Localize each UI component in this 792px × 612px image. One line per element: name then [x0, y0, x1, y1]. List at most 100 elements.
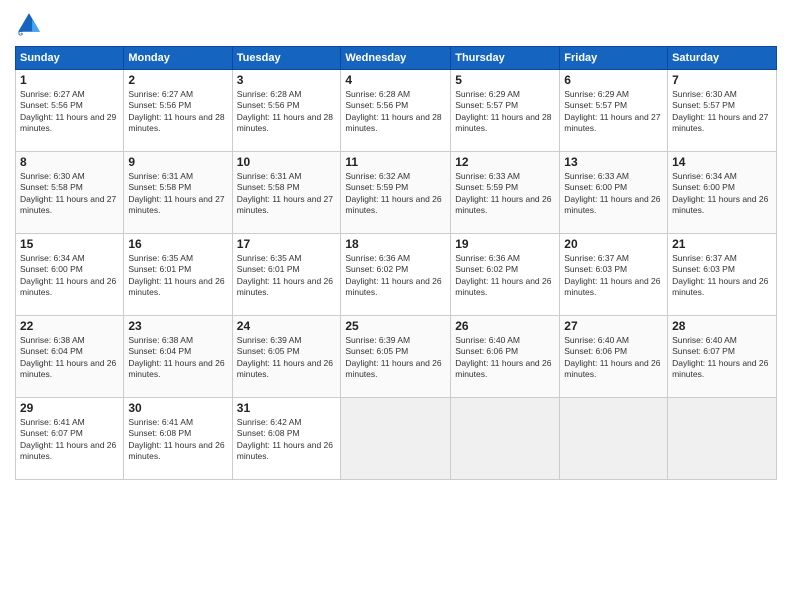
day-info: Sunrise: 6:28 AMSunset: 5:56 PMDaylight:…	[345, 89, 446, 135]
day-number: 14	[672, 155, 772, 169]
day-info: Sunrise: 6:27 AMSunset: 5:56 PMDaylight:…	[128, 89, 227, 135]
calendar-cell: 24 Sunrise: 6:39 AMSunset: 6:05 PMDayligh…	[232, 316, 341, 398]
day-info: Sunrise: 6:34 AMSunset: 6:00 PMDaylight:…	[20, 253, 119, 299]
calendar-cell: 8Sunrise: 6:30 AMSunset: 5:58 PMDaylight…	[16, 152, 124, 234]
day-number: 5	[455, 73, 555, 87]
calendar-cell: 21 Sunrise: 6:37 AMSunset: 6:03 PMDayligh…	[668, 234, 777, 316]
calendar-cell: 1Sunrise: 6:27 AMSunset: 5:56 PMDaylight…	[16, 70, 124, 152]
day-number: 26	[455, 319, 555, 333]
day-info: Sunrise: 6:29 AMSunset: 5:57 PMDaylight:…	[455, 89, 555, 135]
day-number: 20	[564, 237, 663, 251]
calendar-cell: 5 Sunrise: 6:29 AMSunset: 5:57 PMDaylight…	[451, 70, 560, 152]
day-header-thursday: Thursday	[451, 47, 560, 70]
calendar-cell	[560, 398, 668, 480]
calendar-cell: 14 Sunrise: 6:34 AMSunset: 6:00 PMDayligh…	[668, 152, 777, 234]
day-header-saturday: Saturday	[668, 47, 777, 70]
calendar-cell: 11 Sunrise: 6:32 AMSunset: 5:59 PMDayligh…	[341, 152, 451, 234]
day-number: 9	[128, 155, 227, 169]
day-number: 25	[345, 319, 446, 333]
day-header-sunday: Sunday	[16, 47, 124, 70]
day-number: 2	[128, 73, 227, 87]
day-header-friday: Friday	[560, 47, 668, 70]
calendar-cell: 13Sunrise: 6:33 AMSunset: 6:00 PMDayligh…	[560, 152, 668, 234]
calendar-cell: 3 Sunrise: 6:28 AMSunset: 5:56 PMDaylight…	[232, 70, 341, 152]
day-info: Sunrise: 6:38 AMSunset: 6:04 PMDaylight:…	[20, 335, 119, 381]
day-info: Sunrise: 6:41 AMSunset: 6:08 PMDaylight:…	[128, 417, 227, 463]
day-info: Sunrise: 6:37 AMSunset: 6:03 PMDaylight:…	[672, 253, 772, 299]
day-info: Sunrise: 6:31 AMSunset: 5:58 PMDaylight:…	[237, 171, 337, 217]
day-info: Sunrise: 6:36 AMSunset: 6:02 PMDaylight:…	[455, 253, 555, 299]
calendar-cell: 7 Sunrise: 6:30 AMSunset: 5:57 PMDaylight…	[668, 70, 777, 152]
day-header-monday: Monday	[124, 47, 232, 70]
calendar-cell: 17 Sunrise: 6:35 AMSunset: 6:01 PMDayligh…	[232, 234, 341, 316]
day-number: 31	[237, 401, 337, 415]
day-info: Sunrise: 6:30 AMSunset: 5:58 PMDaylight:…	[20, 171, 119, 217]
calendar-week-row: 15 Sunrise: 6:34 AMSunset: 6:00 PMDayligh…	[16, 234, 777, 316]
day-info: Sunrise: 6:41 AMSunset: 6:07 PMDaylight:…	[20, 417, 119, 463]
day-number: 29	[20, 401, 119, 415]
day-number: 27	[564, 319, 663, 333]
day-info: Sunrise: 6:40 AMSunset: 6:07 PMDaylight:…	[672, 335, 772, 381]
day-number: 17	[237, 237, 337, 251]
day-header-tuesday: Tuesday	[232, 47, 341, 70]
day-number: 11	[345, 155, 446, 169]
day-number: 12	[455, 155, 555, 169]
day-number: 18	[345, 237, 446, 251]
day-number: 23	[128, 319, 227, 333]
calendar-cell: 2 Sunrise: 6:27 AMSunset: 5:56 PMDaylight…	[124, 70, 232, 152]
day-info: Sunrise: 6:30 AMSunset: 5:57 PMDaylight:…	[672, 89, 772, 135]
day-info: Sunrise: 6:34 AMSunset: 6:00 PMDaylight:…	[672, 171, 772, 217]
calendar-page: G SundayMondayTuesdayWednesdayThursdayFr…	[0, 0, 792, 612]
day-info: Sunrise: 6:28 AMSunset: 5:56 PMDaylight:…	[237, 89, 337, 135]
calendar-cell: 15 Sunrise: 6:34 AMSunset: 6:00 PMDayligh…	[16, 234, 124, 316]
day-number: 6	[564, 73, 663, 87]
day-info: Sunrise: 6:40 AMSunset: 6:06 PMDaylight:…	[564, 335, 663, 381]
calendar-cell: 22 Sunrise: 6:38 AMSunset: 6:04 PMDayligh…	[16, 316, 124, 398]
day-number: 3	[237, 73, 337, 87]
calendar-week-row: 22 Sunrise: 6:38 AMSunset: 6:04 PMDayligh…	[16, 316, 777, 398]
day-number: 7	[672, 73, 772, 87]
day-number: 28	[672, 319, 772, 333]
day-info: Sunrise: 6:32 AMSunset: 5:59 PMDaylight:…	[345, 171, 446, 217]
day-info: Sunrise: 6:33 AMSunset: 5:59 PMDaylight:…	[455, 171, 555, 217]
calendar-cell: 10 Sunrise: 6:31 AMSunset: 5:58 PMDayligh…	[232, 152, 341, 234]
calendar-cell: 16 Sunrise: 6:35 AMSunset: 6:01 PMDayligh…	[124, 234, 232, 316]
day-info: Sunrise: 6:39 AMSunset: 6:05 PMDaylight:…	[345, 335, 446, 381]
day-number: 15	[20, 237, 119, 251]
calendar-cell: 29 Sunrise: 6:41 AMSunset: 6:07 PMDayligh…	[16, 398, 124, 480]
day-info: Sunrise: 6:37 AMSunset: 6:03 PMDaylight:…	[564, 253, 663, 299]
day-info: Sunrise: 6:35 AMSunset: 6:01 PMDaylight:…	[128, 253, 227, 299]
day-number: 16	[128, 237, 227, 251]
svg-text:G: G	[18, 31, 23, 38]
day-header-wednesday: Wednesday	[341, 47, 451, 70]
calendar-week-row: 1Sunrise: 6:27 AMSunset: 5:56 PMDaylight…	[16, 70, 777, 152]
day-number: 21	[672, 237, 772, 251]
calendar-cell: 12 Sunrise: 6:33 AMSunset: 5:59 PMDayligh…	[451, 152, 560, 234]
calendar-cell: 19Sunrise: 6:36 AMSunset: 6:02 PMDayligh…	[451, 234, 560, 316]
calendar-cell	[668, 398, 777, 480]
day-info: Sunrise: 6:38 AMSunset: 6:04 PMDaylight:…	[128, 335, 227, 381]
calendar-cell: 9 Sunrise: 6:31 AMSunset: 5:58 PMDaylight…	[124, 152, 232, 234]
day-info: Sunrise: 6:35 AMSunset: 6:01 PMDaylight:…	[237, 253, 337, 299]
calendar-cell	[341, 398, 451, 480]
calendar-cell: 18Sunrise: 6:36 AMSunset: 6:02 PMDayligh…	[341, 234, 451, 316]
calendar-cell: 31Sunrise: 6:42 AMSunset: 6:08 PMDayligh…	[232, 398, 341, 480]
calendar-cell: 23 Sunrise: 6:38 AMSunset: 6:04 PMDayligh…	[124, 316, 232, 398]
logo-icon: G	[15, 10, 43, 38]
day-number: 24	[237, 319, 337, 333]
page-header: G	[15, 10, 777, 38]
day-info: Sunrise: 6:29 AMSunset: 5:57 PMDaylight:…	[564, 89, 663, 135]
calendar-cell: 26 Sunrise: 6:40 AMSunset: 6:06 PMDayligh…	[451, 316, 560, 398]
day-number: 30	[128, 401, 227, 415]
calendar-table: SundayMondayTuesdayWednesdayThursdayFrid…	[15, 46, 777, 480]
calendar-cell: 6 Sunrise: 6:29 AMSunset: 5:57 PMDaylight…	[560, 70, 668, 152]
day-info: Sunrise: 6:40 AMSunset: 6:06 PMDaylight:…	[455, 335, 555, 381]
day-info: Sunrise: 6:39 AMSunset: 6:05 PMDaylight:…	[237, 335, 337, 381]
calendar-week-row: 8Sunrise: 6:30 AMSunset: 5:58 PMDaylight…	[16, 152, 777, 234]
day-number: 22	[20, 319, 119, 333]
calendar-cell: 20 Sunrise: 6:37 AMSunset: 6:03 PMDayligh…	[560, 234, 668, 316]
calendar-cell: 25 Sunrise: 6:39 AMSunset: 6:05 PMDayligh…	[341, 316, 451, 398]
day-number: 13	[564, 155, 663, 169]
day-info: Sunrise: 6:31 AMSunset: 5:58 PMDaylight:…	[128, 171, 227, 217]
day-number: 10	[237, 155, 337, 169]
